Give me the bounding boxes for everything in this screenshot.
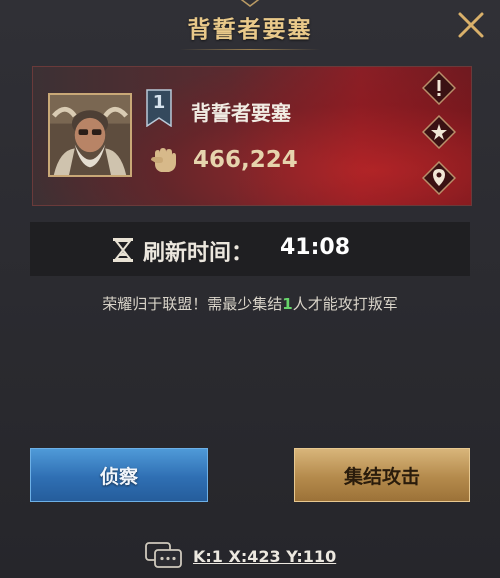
power-fist-icon xyxy=(151,148,176,172)
boss-portrait xyxy=(48,93,132,177)
boss-power: 466,224 xyxy=(193,147,298,173)
dialog-title: 背誓者要塞 xyxy=(187,16,313,43)
boss-name: 背誓者要塞 xyxy=(191,101,291,125)
notice-count: 1 xyxy=(282,295,293,313)
refresh-label: 刷新时间： xyxy=(143,241,254,266)
hourglass-icon xyxy=(113,238,133,262)
close-icon[interactable] xyxy=(456,10,486,40)
rally-notice: 荣耀归于联盟！需最少集结1人才能攻打叛军 xyxy=(0,293,500,314)
boss-info-card: 1 背誓者要塞 466,224 xyxy=(32,66,472,206)
rally-attack-button[interactable]: 集结攻击 xyxy=(294,448,470,502)
title-divider xyxy=(180,49,320,50)
fortress-dialog: 背誓者要塞 1 背誓者要塞 466,224 刷新时间： 41:08 荣耀归于联盟… xyxy=(0,0,500,578)
location-pin-icon[interactable] xyxy=(422,161,456,195)
map-coordinates-link[interactable]: K:1 X:423 Y:110 xyxy=(193,547,336,566)
star-icon[interactable] xyxy=(422,115,456,149)
top-ornament xyxy=(240,0,260,7)
chat-share-icon[interactable] xyxy=(145,542,183,570)
boss-level: 1 xyxy=(152,92,166,113)
alert-icon[interactable] xyxy=(422,71,456,105)
notice-suffix: 人才能攻打叛军 xyxy=(292,295,398,313)
scout-button[interactable]: 侦察 xyxy=(30,448,208,502)
notice-prefix: 荣耀归于联盟！需最少集结 xyxy=(102,295,283,313)
refresh-countdown: 41:08 xyxy=(280,235,351,260)
